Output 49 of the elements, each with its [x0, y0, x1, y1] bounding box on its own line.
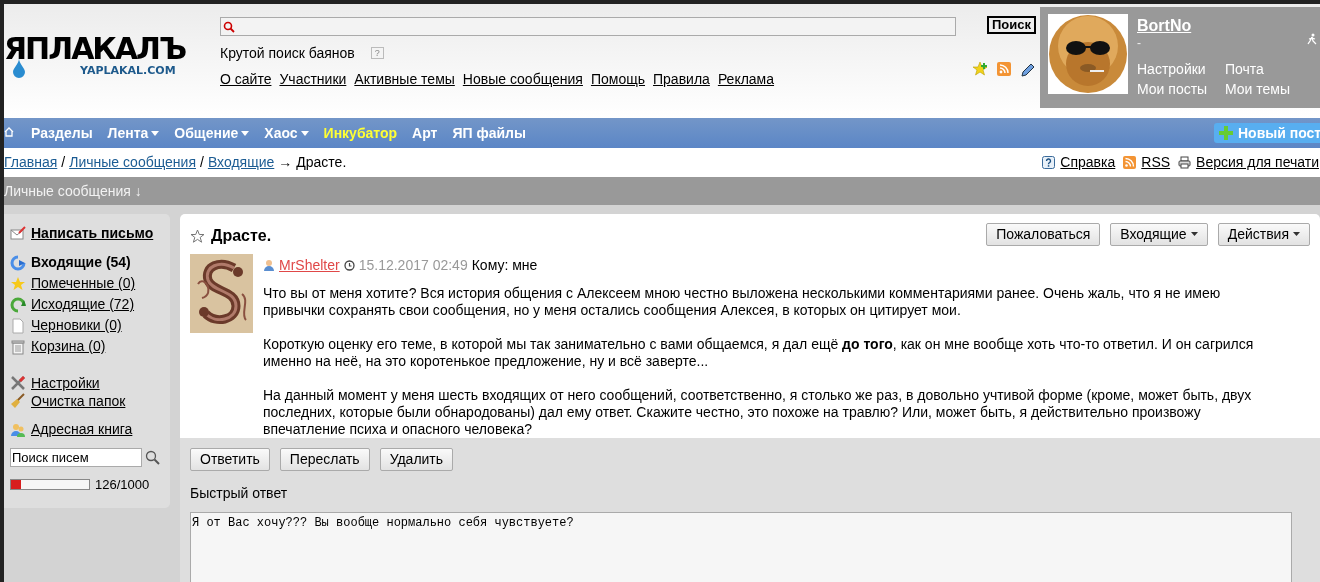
compose-link[interactable]: Написать письмо [31, 222, 154, 244]
header-link[interactable]: Новые сообщения [462, 69, 583, 90]
author-link[interactable]: MrShelter [279, 254, 340, 276]
toolbar-link[interactable]: Версия для печати [1196, 152, 1319, 173]
folder-link[interactable]: Помеченные (0) [31, 273, 136, 294]
breadcrumb-separator: / [61, 153, 66, 172]
message-paragraph: Что вы от меня хотите? Вся история общения с Алексеем мною честно выложена несколькими комментариями ранее. Очень жаль, что я не имею привычки сохранять свои сообщения, но у меня остались сообщения Алексея, в которых он цитирует мои. [263, 285, 1222, 319]
action-button[interactable]: Переслать [279, 448, 370, 471]
message-recipient: Кому: мне [471, 255, 538, 275]
mail-search-field[interactable]: Поиск писем [10, 448, 142, 467]
quota-reading: 126/1000 [95, 476, 150, 494]
action-button[interactable]: Ответить [190, 448, 270, 471]
header-link[interactable]: О сайте [220, 69, 272, 90]
logo-domain[interactable]: YAPLAKAL.COM [80, 65, 176, 77]
settings-link[interactable]: Очистка папок [31, 392, 126, 410]
help-badge[interactable]: ? [370, 47, 384, 59]
header-link[interactable]: Правила [653, 69, 710, 90]
action-button[interactable]: Удалить [379, 448, 454, 471]
quick-reply-label: Быстрый ответ [190, 484, 288, 503]
address-book-link[interactable]: Адресная книга [31, 419, 133, 440]
header-link[interactable]: Активные темы [354, 69, 455, 90]
dropdown-button[interactable]: Действия [1217, 222, 1310, 246]
breadcrumb-link[interactable]: Входящие [207, 152, 275, 173]
dropdown-button[interactable]: Входящие [1110, 222, 1208, 246]
user-status: - [1137, 36, 1141, 50]
message-paragraph: На данный момент у меня шесть входящих от него сообщений, соответственно, я столько же раз, в довольно учтивой форме (кроме, может быть, двух последних, которые были обнародованы) дал ему ответ. Скажите честно, это похоже на травлю? Или, может быть, я действительно произвожу впечатление психа и опасного человека? [263, 387, 1253, 438]
logo-title[interactable]: ЯПЛАКАЛЪ [4, 34, 186, 64]
search-hint: Крутой поиск баянов [220, 43, 355, 63]
toolbar-link[interactable]: RSS [1141, 152, 1171, 173]
header-link[interactable]: Участники [279, 69, 347, 90]
folder-link[interactable]: Черновики (0) [31, 315, 122, 336]
search-button[interactable]: Поиск [987, 16, 1036, 34]
message-title: Драсте. [211, 226, 272, 246]
folder-link[interactable]: Корзина (0) [31, 336, 106, 357]
breadcrumb-link[interactable]: Главная [4, 152, 58, 173]
breadcrumb-link[interactable]: Личные сообщения [69, 152, 196, 173]
settings-link[interactable]: Настройки [31, 374, 100, 392]
message-paragraph: Короткую оценку его теме, в которой мы так занимательно с вами общаемся, я дал ещё до того, как он мне вообще хоть что-то ответил. И он сагрился именно на неё, на это коротенькое предложение, ну и всё заверте... [263, 336, 1255, 370]
report-button[interactable]: Пожаловаться [986, 222, 1101, 246]
folder-link[interactable]: Исходящие (72) [31, 294, 135, 315]
header-link[interactable]: Помощь [590, 69, 645, 90]
breadcrumb-current: Драсте. [296, 153, 347, 172]
breadcrumb-separator: / [200, 153, 204, 172]
header-link[interactable]: Реклама [717, 69, 775, 90]
toolbar-link[interactable]: Справка [1060, 152, 1116, 173]
breadcrumb-separator: → [278, 153, 293, 172]
folder-link[interactable]: Входящие (54) [31, 252, 131, 273]
message-date: 15.12.2017 02:49 [358, 255, 468, 275]
quick-reply-field[interactable]: Я от Вас хочу??? Вы вообще нормально себя чувствуете? [190, 512, 1292, 582]
